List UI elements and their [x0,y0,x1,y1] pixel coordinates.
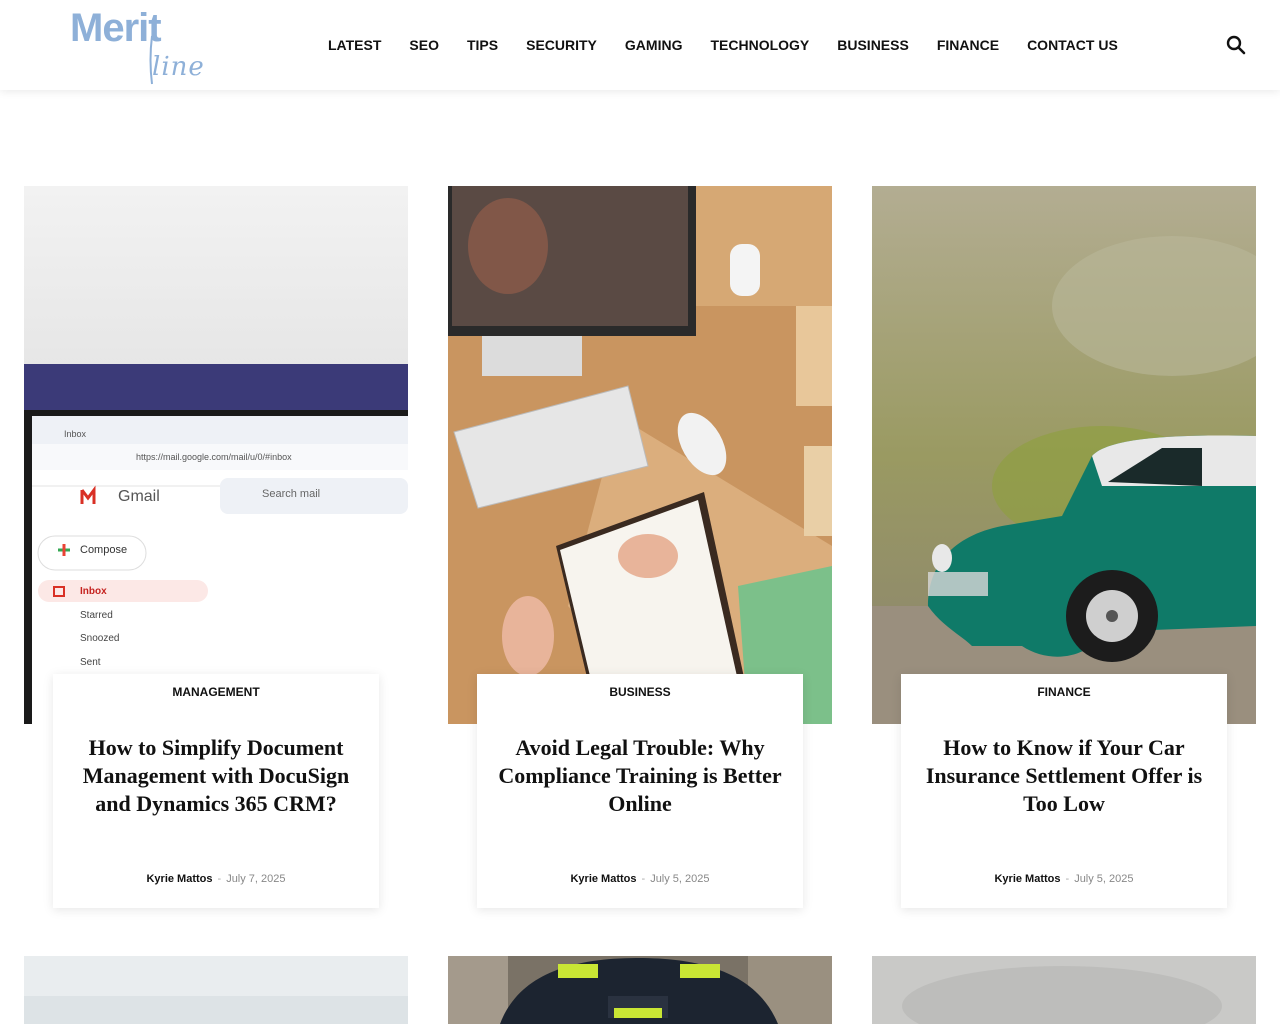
post-card-box: BUSINESS Avoid Legal Trouble: Why Compli… [477,674,803,908]
grey-photo-image [872,956,1256,1024]
gmail-tab-label: Inbox [64,429,87,439]
meta-separator: - [641,873,646,885]
post-category[interactable]: BUSINESS [477,685,803,699]
post-author[interactable]: Kyrie Mattos [146,873,212,885]
gmail-folder-inbox: Inbox [80,586,107,597]
post-author[interactable]: Kyrie Mattos [994,873,1060,885]
post-author[interactable]: Kyrie Mattos [570,873,636,885]
search-button[interactable] [1224,33,1248,57]
nav-contact-us[interactable]: CONTACT US [1013,37,1132,53]
nav-tips[interactable]: TIPS [453,37,512,53]
post-image-partial-sky[interactable] [24,956,408,1024]
logo-word-line: line [152,52,205,82]
post-title[interactable]: Avoid Legal Trouble: Why Compliance Trai… [497,734,783,818]
nav-seo[interactable]: SEO [395,37,453,53]
meta-separator: - [1065,873,1070,885]
post-meta: Kyrie Mattos - July 7, 2025 [53,873,379,885]
meta-separator: - [217,873,222,885]
post-card-box: MANAGEMENT How to Simplify Document Mana… [53,674,379,908]
gmail-compose-label: Compose [80,544,128,556]
post-card-box: FINANCE How to Know if Your Car Insuranc… [901,674,1227,908]
post-date: July 5, 2025 [1074,873,1134,885]
nav-security[interactable]: SECURITY [512,37,611,53]
gmail-url-text: https://mail.google.com/mail/u/0/#inbox [136,452,292,462]
nav-technology[interactable]: TECHNOLOGY [696,37,823,53]
nav-latest[interactable]: LATEST [314,37,395,53]
main-nav: LATEST SEO TIPS SECURITY GAMING TECHNOLO… [314,0,1132,90]
post-title[interactable]: How to Simplify Document Management with… [73,734,359,818]
post-category[interactable]: FINANCE [901,685,1227,699]
post-meta: Kyrie Mattos - July 5, 2025 [477,873,803,885]
post-meta: Kyrie Mattos - July 5, 2025 [901,873,1227,885]
nav-finance[interactable]: FINANCE [923,37,1013,53]
firefighter-helmet-image [448,956,832,1024]
post-image-partial-helmet[interactable] [448,956,832,1024]
post-image-gmail[interactable]: Inbox https://mail.google.com/mail/u/0/#… [24,186,408,724]
gmail-folder-starred: Starred [80,610,113,621]
gmail-folder-sent: Sent [80,657,101,668]
sky-image [24,956,408,1024]
post-date: July 7, 2025 [226,873,286,885]
post-title[interactable]: How to Know if Your Car Insurance Settle… [921,734,1207,818]
post-image-desk[interactable] [448,186,832,724]
post-date: July 5, 2025 [650,873,710,885]
search-icon [1226,35,1246,55]
post-image-partial-grey[interactable] [872,956,1256,1024]
toy-car-image [872,186,1256,724]
gmail-app-name: Gmail [118,488,160,505]
desk-workspace-image [448,186,832,724]
site-header: Merit line LATEST SEO TIPS SECURITY GAMI… [0,0,1280,90]
gmail-folder-snoozed: Snoozed [80,633,120,644]
gmail-search-placeholder: Search mail [262,488,321,500]
nav-gaming[interactable]: GAMING [611,37,697,53]
post-category[interactable]: MANAGEMENT [53,685,379,699]
site-logo[interactable]: Merit line [66,2,226,88]
nav-business[interactable]: BUSINESS [823,37,923,53]
post-image-toy-car[interactable] [872,186,1256,724]
